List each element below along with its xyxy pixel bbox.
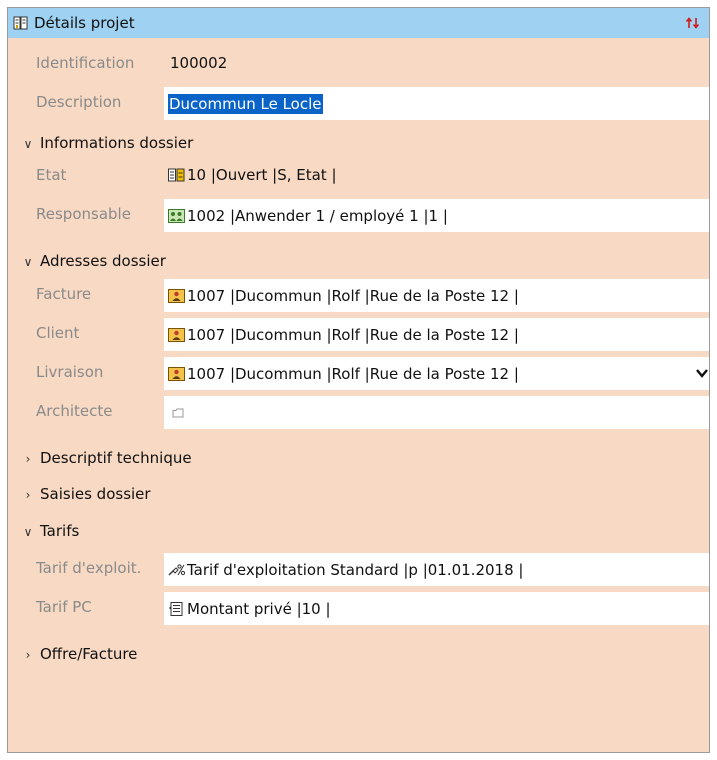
section-title: Informations dossier xyxy=(40,134,194,152)
facture-value: 1007 |Ducommun |Rolf |Rue de la Poste 12… xyxy=(187,286,519,305)
state-icon xyxy=(168,168,185,182)
architecte-input[interactable] xyxy=(164,396,709,429)
identification-value: 100002 xyxy=(170,54,228,72)
client-value: 1007 |Ducommun |Rolf |Rue de la Poste 12… xyxy=(187,325,519,344)
description-label: Description xyxy=(36,93,122,111)
architecte-label: Architecte xyxy=(36,402,113,420)
section-title: Offre/Facture xyxy=(40,645,138,663)
tarif-pc-row: Tarif PC Montant privé |10 | xyxy=(8,592,709,625)
address-card-icon xyxy=(168,366,185,381)
identification-row: Identification 100002 xyxy=(8,48,709,78)
architecte-row: Architecte xyxy=(8,396,709,429)
section-title: Descriptif technique xyxy=(40,449,192,467)
tarif-exploit-row: Tarif d'exploit. Tarif d'exploitation St… xyxy=(8,553,709,586)
tarif-exploit-label: Tarif d'exploit. xyxy=(36,559,142,577)
description-row: Description Ducommun Le Locle xyxy=(8,87,709,120)
identification-label: Identification xyxy=(36,54,135,72)
empty-card-icon xyxy=(172,408,184,417)
facture-row: Facture 1007 |Ducommun |Rolf |Rue de la … xyxy=(8,279,709,312)
livraison-input[interactable]: 1007 |Ducommun |Rolf |Rue de la Poste 12… xyxy=(164,357,709,390)
book-icon xyxy=(13,16,28,30)
chevron-down-icon: ∨ xyxy=(23,525,33,539)
project-details-panel: Détails projet Identification 100002 Des… xyxy=(7,7,710,753)
section-title: Tarifs xyxy=(40,522,80,540)
chevron-right-icon: › xyxy=(25,648,31,662)
livraison-label: Livraison xyxy=(36,363,104,381)
facture-label: Facture xyxy=(36,285,92,303)
panel-title: Détails projet xyxy=(34,14,135,32)
chevron-right-icon: › xyxy=(25,452,31,466)
section-descriptif-technique[interactable]: › Descriptif technique xyxy=(8,444,192,472)
etat-value-field[interactable]: 10 |Ouvert |S, Etat | xyxy=(168,160,337,190)
chevron-down-icon: ∨ xyxy=(23,255,33,269)
section-tarifs[interactable]: ∨ Tarifs xyxy=(8,517,80,545)
section-title: Saisies dossier xyxy=(40,485,151,503)
responsable-input[interactable]: 1002 |Anwender 1 / employé 1 |1 | xyxy=(164,199,709,232)
tarif-pc-label: Tarif PC xyxy=(36,598,92,616)
chevron-right-icon: › xyxy=(25,488,31,502)
panel-titlebar: Détails projet xyxy=(8,8,709,38)
responsable-row: Responsable 1002 |Anwender 1 / employé 1… xyxy=(8,199,709,232)
section-saisies-dossier[interactable]: › Saisies dossier xyxy=(8,480,151,508)
section-informations-dossier[interactable]: ∨ Informations dossier xyxy=(8,129,194,157)
client-input[interactable]: 1007 |Ducommun |Rolf |Rue de la Poste 12… xyxy=(164,318,709,351)
document-list-icon xyxy=(169,601,183,616)
etat-row: Etat 10 |Ouvert |S, Etat | xyxy=(8,160,709,190)
section-offre-facture[interactable]: › Offre/Facture xyxy=(8,640,138,668)
swap-arrows-icon[interactable] xyxy=(685,15,701,31)
description-input[interactable]: Ducommun Le Locle xyxy=(164,87,709,120)
responsable-label: Responsable xyxy=(36,205,131,223)
facture-input[interactable]: 1007 |Ducommun |Rolf |Rue de la Poste 12… xyxy=(164,279,709,312)
tarif-exploit-value: Tarif d'exploitation Standard |p |01.01.… xyxy=(187,560,524,579)
section-title: Adresses dossier xyxy=(40,252,166,270)
responsable-value: 1002 |Anwender 1 / employé 1 |1 | xyxy=(187,206,448,225)
employee-icon xyxy=(168,208,185,223)
livraison-value: 1007 |Ducommun |Rolf |Rue de la Poste 12… xyxy=(187,364,519,383)
client-label: Client xyxy=(36,324,80,342)
tarif-exploit-input[interactable]: Tarif d'exploitation Standard |p |01.01.… xyxy=(164,553,709,586)
etat-value: 10 |Ouvert |S, Etat | xyxy=(187,166,337,184)
client-row: Client 1007 |Ducommun |Rolf |Rue de la P… xyxy=(8,318,709,351)
chevron-down-icon: ∨ xyxy=(23,137,33,151)
chevron-down-icon[interactable] xyxy=(695,367,709,379)
tarif-pc-value: Montant privé |10 | xyxy=(187,599,331,618)
tarif-pc-input[interactable]: Montant privé |10 | xyxy=(164,592,709,625)
livraison-row: Livraison 1007 |Ducommun |Rolf |Rue de l… xyxy=(8,357,709,390)
section-adresses-dossier[interactable]: ∨ Adresses dossier xyxy=(8,247,166,275)
tariff-icon xyxy=(168,563,185,575)
description-value: Ducommun Le Locle xyxy=(168,93,323,114)
etat-label: Etat xyxy=(36,166,67,184)
address-card-icon xyxy=(168,327,185,342)
address-card-icon xyxy=(168,288,185,303)
